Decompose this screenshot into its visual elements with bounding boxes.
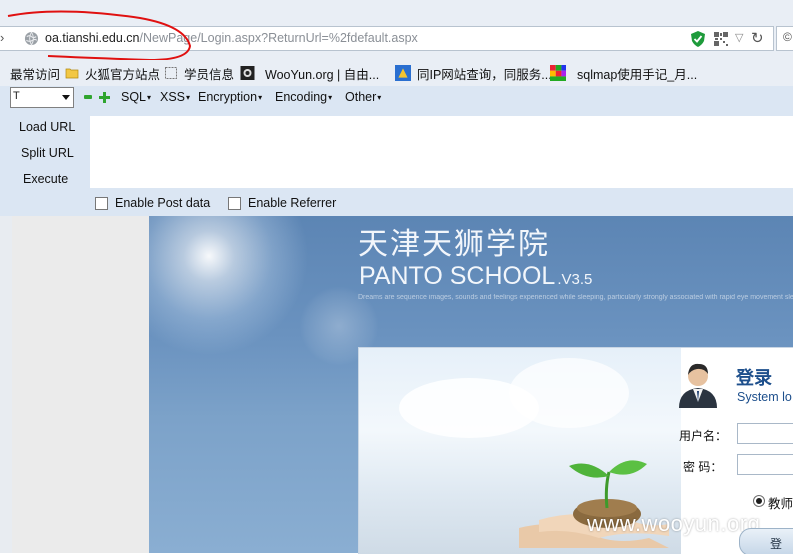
role-teacher-radio[interactable] — [753, 495, 765, 507]
menu-label: XSS — [160, 90, 186, 104]
menu-caret-icon: ▾ — [186, 93, 191, 102]
menu-other[interactable]: Other▾ — [345, 90, 381, 104]
load-url-button[interactable]: Load URL — [19, 120, 75, 134]
bookmark-label: 火狐官方站点 — [85, 67, 161, 82]
url-text[interactable]: oa.tianshi.edu.cn/NewPage/Login.aspx?Ret… — [45, 31, 418, 45]
page-left-margin — [0, 216, 12, 553]
hackbar-select-value: T — [13, 90, 20, 102]
browser-toolbar: › oa.tianshi.edu.cn/NewPage/Login.aspx?R… — [0, 0, 793, 60]
wooyun-icon — [240, 66, 255, 80]
menu-caret-icon: ▾ — [377, 93, 382, 102]
role-teacher-label: 教师 — [768, 497, 793, 511]
menu-label: Encoding — [275, 90, 328, 104]
cloud-shape — [509, 358, 629, 428]
menu-encoding[interactable]: Encoding▾ — [275, 90, 332, 104]
hackbar-select[interactable]: T — [10, 87, 74, 108]
search-box-edge-icon: © — [783, 30, 792, 44]
enable-post-data-checkbox[interactable]: Enable Post data — [95, 196, 210, 210]
url-bar[interactable]: › oa.tianshi.edu.cn/NewPage/Login.aspx?R… — [0, 26, 774, 51]
bookmark-label: 最常访问 — [10, 67, 61, 82]
sqlmap-icon — [550, 65, 566, 81]
url-dropdown-icon[interactable]: ▽ — [735, 31, 743, 44]
checkbox-label: Enable Referrer — [248, 196, 337, 210]
bookmark-label: 学员信息 — [184, 67, 235, 82]
user-avatar-icon — [679, 363, 717, 408]
school-name-cn: 天津天狮学院 — [358, 227, 550, 262]
menu-xss[interactable]: XSS▾ — [160, 90, 190, 104]
enable-referrer-checkbox[interactable]: Enable Referrer — [228, 196, 336, 210]
bookmark-sqlmap[interactable]: sqlmap使用手记_月... — [550, 64, 697, 82]
page-icon — [395, 65, 411, 81]
password-input[interactable] — [737, 454, 793, 475]
bookmark-most-visited[interactable]: 最常访问 — [10, 64, 60, 82]
checkbox-box[interactable] — [228, 196, 241, 210]
search-box[interactable]: © — [776, 26, 793, 51]
menu-caret-icon: ▾ — [258, 93, 263, 102]
menu-label: SQL — [121, 90, 147, 104]
checkbox-label: Enable Post data — [115, 196, 211, 210]
back-arrow-icon[interactable]: › — [0, 30, 4, 45]
password-label: 密 码： — [683, 460, 723, 474]
sunlight-glow — [149, 216, 309, 356]
menu-caret-icon: ▾ — [147, 93, 152, 102]
menu-encryption[interactable]: Encryption▾ — [198, 90, 262, 104]
login-button[interactable]: 登 — [739, 528, 793, 554]
login-title: 登录 — [736, 368, 772, 389]
bookmark-wooyun[interactable]: WooYun.org | 自由... — [239, 64, 379, 82]
school-version: .V3.5 — [557, 271, 593, 288]
hackbar-url-textarea[interactable] — [90, 116, 793, 188]
page-icon — [165, 67, 177, 79]
login-illustration: www.wooyun.org — [359, 348, 760, 554]
shield-check-icon[interactable] — [691, 31, 705, 47]
username-input[interactable] — [737, 423, 793, 444]
qr-code-icon[interactable] — [714, 32, 728, 46]
checkbox-box[interactable] — [95, 196, 108, 210]
url-host: oa.tianshi.edu.cn — [45, 31, 140, 45]
reload-icon[interactable]: ↻ — [751, 29, 764, 47]
execute-button[interactable]: Execute — [23, 172, 68, 186]
school-name-en-text: PANTO SCHOOL — [359, 262, 556, 290]
bookmark-firefox-official[interactable]: 火狐官方站点 — [65, 64, 160, 82]
menu-label: Encryption — [198, 90, 258, 104]
menu-label: Other — [345, 90, 377, 104]
split-url-button[interactable]: Split URL — [21, 146, 74, 160]
login-subtitle: System lo — [737, 390, 792, 404]
globe-icon — [24, 31, 39, 46]
login-button-label: 登 — [770, 537, 783, 551]
bookmarks-bar: 最常访问 火狐官方站点 学员信息 WooYun.org | 自由... 同IP网… — [0, 60, 793, 86]
bookmark-same-ip[interactable]: 同IP网站查询，同服务... — [395, 64, 552, 82]
menu-sql[interactable]: SQL▾ — [121, 90, 151, 104]
hackbar-actions: Load URL Split URL Execute — [0, 116, 90, 188]
username-label: 用户名： — [679, 429, 728, 443]
hackbar-panel: T SQL▾ XSS▾ Encryption▾ Encoding▾ Other▾… — [0, 86, 793, 216]
banner-tagline: Dreams are sequence images, sounds and f… — [358, 294, 793, 301]
bookmark-label: WooYun.org | 自由... — [265, 67, 380, 82]
menu-caret-icon: ▾ — [328, 93, 333, 102]
minus-icon[interactable] — [84, 95, 92, 99]
url-path: /NewPage/Login.aspx?ReturnUrl=%2fdefault… — [139, 31, 418, 45]
login-card: www.wooyun.org 登录 System lo 用户名： 密 码： 教师… — [358, 347, 793, 554]
plus-icon[interactable] — [99, 92, 110, 103]
folder-icon — [65, 68, 79, 79]
bookmark-label: 同IP网站查询，同服务... — [417, 67, 552, 82]
watermark-text: www.wooyun.org — [587, 511, 761, 536]
school-name-en: PANTO SCHOOL .V3.5 — [359, 262, 592, 291]
bookmark-student-info[interactable]: 学员信息 — [164, 64, 234, 82]
chevron-down-icon — [62, 95, 70, 100]
bookmark-label: sqlmap使用手记_月... — [577, 67, 698, 82]
